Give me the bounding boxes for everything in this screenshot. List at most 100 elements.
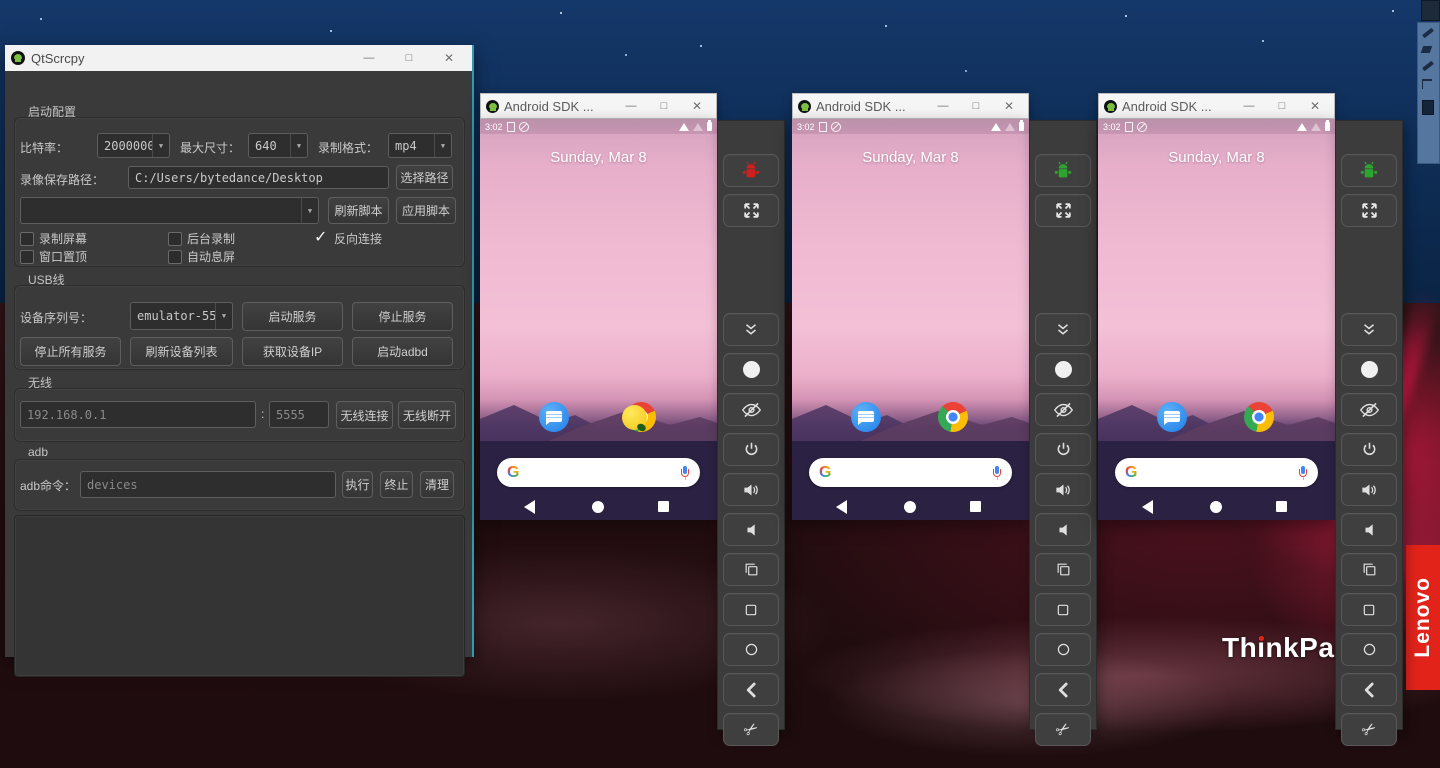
android-back-button[interactable] xyxy=(836,500,847,514)
home-button[interactable] xyxy=(1341,633,1397,666)
maximize-button[interactable]: □ xyxy=(650,100,678,112)
fullscreen-button[interactable] xyxy=(1035,194,1091,227)
google-search-bar[interactable]: G xyxy=(809,458,1012,487)
group-control-button[interactable] xyxy=(723,154,779,187)
google-search-bar[interactable]: G xyxy=(1115,458,1318,487)
close-button[interactable]: ✕ xyxy=(432,51,466,65)
power-button[interactable] xyxy=(1035,433,1091,466)
start-service-button[interactable]: 启动服务 xyxy=(242,302,343,331)
background-record-checkbox[interactable]: 后台录制 xyxy=(168,230,235,247)
power-button[interactable] xyxy=(723,433,779,466)
menu-button[interactable] xyxy=(1035,593,1091,626)
log-output-area[interactable] xyxy=(14,515,465,677)
volume-up-button[interactable] xyxy=(723,473,779,506)
messages-app-icon[interactable] xyxy=(851,402,881,432)
auto-screen-off-checkbox[interactable]: 自动息屏 xyxy=(168,248,235,265)
back-button[interactable] xyxy=(1341,673,1397,706)
screen-off-button[interactable] xyxy=(723,393,779,426)
start-adbd-button[interactable]: 启动adbd xyxy=(352,337,453,366)
microphone-icon[interactable] xyxy=(992,466,1002,480)
back-button[interactable] xyxy=(723,673,779,706)
close-button[interactable]: ✕ xyxy=(1301,99,1329,113)
close-button[interactable]: ✕ xyxy=(995,99,1023,113)
screenshot-button[interactable]: ✂ xyxy=(723,713,779,746)
volume-down-button[interactable] xyxy=(1341,513,1397,546)
close-button[interactable]: ✕ xyxy=(683,99,711,113)
qtscrcpy-titlebar[interactable]: QtScrcpy — □ ✕ xyxy=(5,45,472,71)
maximize-button[interactable]: □ xyxy=(1268,100,1296,112)
bitrate-select[interactable]: 2000000▼ xyxy=(97,133,170,158)
window-on-top-checkbox[interactable]: 窗口置顶 xyxy=(20,248,87,265)
menu-button[interactable] xyxy=(723,593,779,626)
port-input[interactable]: 5555 xyxy=(269,401,329,428)
pen-icon[interactable] xyxy=(1422,28,1434,39)
menu-button[interactable] xyxy=(1341,593,1397,626)
volume-down-button[interactable] xyxy=(1035,513,1091,546)
android-back-button[interactable] xyxy=(524,500,535,514)
terminate-button[interactable]: 终止 xyxy=(380,471,413,498)
screenshot-button[interactable]: ✂ xyxy=(1341,713,1397,746)
screenshot-button[interactable]: ✂ xyxy=(1035,713,1091,746)
stop-service-button[interactable]: 停止服务 xyxy=(352,302,453,331)
marker-icon[interactable] xyxy=(1422,61,1434,72)
apply-script-button[interactable]: 应用脚本 xyxy=(396,197,456,224)
clear-button[interactable]: 清理 xyxy=(420,471,454,498)
google-search-bar[interactable]: G xyxy=(497,458,700,487)
device-serial-select[interactable]: emulator-5558▼ xyxy=(130,302,233,330)
expand-notifications-button[interactable] xyxy=(1035,313,1091,346)
group-control-button[interactable] xyxy=(1341,154,1397,187)
android-recents-button[interactable] xyxy=(658,501,669,512)
back-button[interactable] xyxy=(1035,673,1091,706)
maximize-button[interactable]: □ xyxy=(962,100,990,112)
phone-screen[interactable]: 3:02 Sunday, Mar 8 G xyxy=(480,119,717,520)
wireless-disconnect-button[interactable]: 无线断开 xyxy=(398,401,456,429)
phone-screen[interactable]: 3:02 Sunday, Mar 8 G xyxy=(792,119,1029,520)
script-select[interactable]: ▼ xyxy=(20,197,319,224)
fullscreen-button[interactable] xyxy=(1341,194,1397,227)
max-size-select[interactable]: 640▼ xyxy=(248,133,308,158)
messages-app-icon[interactable] xyxy=(1157,402,1187,432)
save-path-input[interactable]: C:/Users/bytedance/Desktop xyxy=(128,166,389,189)
annotation-toolbar-chip[interactable] xyxy=(1421,0,1440,21)
volume-up-button[interactable] xyxy=(1341,473,1397,506)
android-home-button[interactable] xyxy=(1210,501,1222,513)
minimize-button[interactable]: — xyxy=(1235,100,1263,112)
execute-button[interactable]: 执行 xyxy=(342,471,373,498)
android-back-button[interactable] xyxy=(1142,500,1153,514)
emulator-titlebar[interactable]: Android SDK ... — □ ✕ xyxy=(1098,93,1335,119)
adb-command-input[interactable]: devices xyxy=(80,471,336,498)
phone-screen[interactable]: 3:02 Sunday, Mar 8 G xyxy=(1098,119,1335,520)
home-button[interactable] xyxy=(723,633,779,666)
chrome-app-icon[interactable] xyxy=(1244,402,1274,432)
fullscreen-button[interactable] xyxy=(723,194,779,227)
refresh-device-list-button[interactable]: 刷新设备列表 xyxy=(130,337,233,366)
expand-notifications-button[interactable] xyxy=(1341,313,1397,346)
eraser-icon[interactable] xyxy=(1421,46,1433,53)
choose-path-button[interactable]: 选择路径 xyxy=(396,165,453,190)
android-recents-button[interactable] xyxy=(970,501,981,512)
color-swatch[interactable] xyxy=(1422,100,1434,115)
refresh-script-button[interactable]: 刷新脚本 xyxy=(328,197,389,224)
get-device-ip-button[interactable]: 获取设备IP xyxy=(242,337,343,366)
minimize-button[interactable]: — xyxy=(617,100,645,112)
reverse-connect-checkbox[interactable]: 反向连接 xyxy=(315,230,382,247)
maximize-button[interactable]: □ xyxy=(392,52,426,64)
volume-down-button[interactable] xyxy=(723,513,779,546)
group-control-button[interactable] xyxy=(1035,154,1091,187)
record-screen-checkbox[interactable]: 录制屏幕 xyxy=(20,230,87,247)
messages-app-icon[interactable] xyxy=(539,402,569,432)
android-home-button[interactable] xyxy=(904,501,916,513)
app-switch-button[interactable] xyxy=(723,553,779,586)
app-switch-button[interactable] xyxy=(1035,553,1091,586)
expand-notifications-button[interactable] xyxy=(723,313,779,346)
touch-button[interactable] xyxy=(1035,353,1091,386)
android-home-button[interactable] xyxy=(592,501,604,513)
screen-off-button[interactable] xyxy=(1341,393,1397,426)
stop-all-services-button[interactable]: 停止所有服务 xyxy=(20,337,121,366)
text-tool-icon[interactable] xyxy=(1422,79,1432,89)
touch-button[interactable] xyxy=(1341,353,1397,386)
ip-address-input[interactable]: 192.168.0.1 xyxy=(20,401,256,428)
volume-up-button[interactable] xyxy=(1035,473,1091,506)
touch-button[interactable] xyxy=(723,353,779,386)
android-recents-button[interactable] xyxy=(1276,501,1287,512)
